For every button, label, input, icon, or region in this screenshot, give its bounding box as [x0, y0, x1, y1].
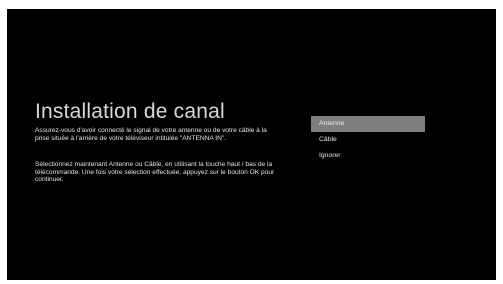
menu-item-label: Ignorer	[319, 152, 341, 159]
menu-item-label: Antenne	[319, 120, 345, 127]
page-title: Installation de canal	[35, 100, 225, 123]
instruction-text-selection: Sélectionnez maintenant Antenne ou Câble…	[35, 161, 275, 184]
instruction-text-connection: Assurez-vous d'avoir connecté le signal …	[35, 127, 267, 142]
menu-item-ignorer[interactable]: Ignorer	[311, 148, 425, 164]
tv-screen: Installation de canal Assurez-vous d'avo…	[7, 9, 496, 280]
menu-item-label: Câble	[319, 136, 337, 143]
menu-item-cable[interactable]: Câble	[311, 132, 425, 148]
source-menu: Antenne Câble Ignorer	[311, 116, 425, 164]
menu-item-antenne[interactable]: Antenne	[311, 116, 425, 132]
